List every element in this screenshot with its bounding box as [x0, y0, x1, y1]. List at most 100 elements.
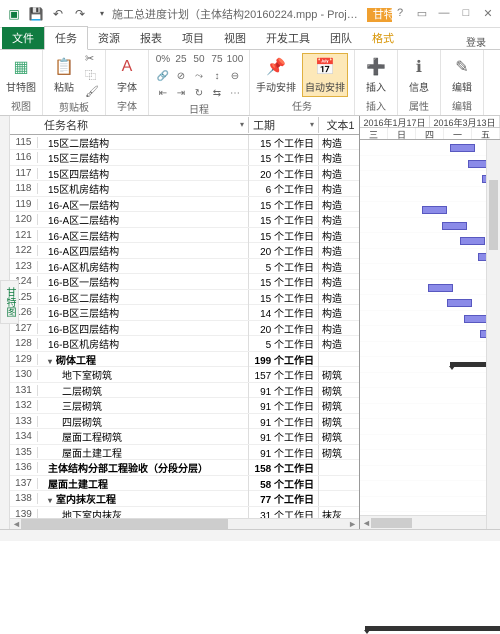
cell-task-name[interactable]: 二层砌筑: [38, 383, 249, 398]
update-icon[interactable]: ↻: [191, 86, 207, 100]
cell-text1[interactable]: 构造: [319, 305, 359, 320]
cell-duration[interactable]: 5 个工作日: [249, 259, 319, 274]
table-row[interactable]: 11715区四层结构20 个工作日构造: [10, 166, 359, 182]
pct50-icon[interactable]: 50: [191, 52, 207, 66]
table-row[interactable]: 133四层砌筑91 个工作日砌筑: [10, 414, 359, 430]
login-link[interactable]: 登录: [466, 34, 500, 49]
cell-duration[interactable]: 15 个工作日: [249, 135, 319, 150]
gantt-bar[interactable]: [447, 299, 472, 307]
cell-task-name[interactable]: ▾砌体工程: [38, 352, 249, 367]
save-icon[interactable]: 💾: [26, 4, 46, 24]
cell-text1[interactable]: 构造: [319, 228, 359, 243]
tab-format[interactable]: 格式: [362, 27, 404, 49]
row-number[interactable]: 120: [10, 214, 38, 225]
cell-task-name[interactable]: ▾室内抹灰工程: [38, 491, 249, 506]
table-row[interactable]: 11815区机房结构6 个工作日构造: [10, 181, 359, 197]
row-number[interactable]: 137: [10, 478, 38, 489]
cell-text1[interactable]: 构造: [319, 135, 359, 150]
table-row[interactable]: 12116-A区三层结构15 个工作日构造: [10, 228, 359, 244]
font-button[interactable]: A字体: [112, 56, 142, 94]
cell-duration[interactable]: 15 个工作日: [249, 290, 319, 305]
table-row[interactable]: 135屋面土建工程91 个工作日砌筑: [10, 445, 359, 461]
row-number[interactable]: 136: [10, 462, 38, 473]
cell-duration[interactable]: 158 个工作日: [249, 460, 319, 475]
pct25-icon[interactable]: 25: [173, 52, 189, 66]
pct0-icon[interactable]: 0%: [155, 52, 171, 66]
move-icon[interactable]: ⇆: [209, 86, 225, 100]
row-number[interactable]: 130: [10, 369, 38, 380]
table-row[interactable]: 12016-A区二层结构15 个工作日构造: [10, 212, 359, 228]
cell-duration[interactable]: 6 个工作日: [249, 181, 319, 196]
undo-icon[interactable]: ↶: [48, 4, 68, 24]
cell-task-name[interactable]: 15区四层结构: [38, 166, 249, 181]
qat-dropdown-icon[interactable]: ▾: [92, 4, 112, 24]
cell-task-name[interactable]: 16-A区机房结构: [38, 259, 249, 274]
table-row[interactable]: 11615区三层结构15 个工作日构造: [10, 150, 359, 166]
mode-icon[interactable]: ⋯: [227, 86, 243, 100]
row-number[interactable]: 139: [10, 509, 38, 518]
cell-task-name[interactable]: 16-B区机房结构: [38, 336, 249, 351]
chevron-down-icon[interactable]: ▾: [240, 120, 244, 129]
unlink-icon[interactable]: ⊘: [173, 69, 189, 83]
table-row[interactable]: 12716-B区四层结构20 个工作日构造: [10, 321, 359, 337]
cell-duration[interactable]: 91 个工作日: [249, 398, 319, 413]
row-number[interactable]: 129: [10, 354, 38, 365]
cell-duration[interactable]: 77 个工作日: [249, 491, 319, 506]
cell-duration[interactable]: 20 个工作日: [249, 166, 319, 181]
cell-text1[interactable]: 构造: [319, 166, 359, 181]
view-sidebar-label[interactable]: 甘特图: [0, 280, 19, 324]
cell-duration[interactable]: 15 个工作日: [249, 212, 319, 227]
split-icon[interactable]: ⤳: [191, 69, 207, 83]
outdent-icon[interactable]: ⇤: [155, 86, 171, 100]
redo-icon[interactable]: ↷: [70, 4, 90, 24]
pct75-icon[interactable]: 75: [209, 52, 225, 66]
cell-task-name[interactable]: 屋面土建工程: [38, 476, 249, 491]
cell-text1[interactable]: 砌筑: [319, 398, 359, 413]
row-number[interactable]: 118: [10, 183, 38, 194]
cell-task-name[interactable]: 地下室内抹灰: [38, 507, 249, 518]
table-row[interactable]: 12216-A区四层结构20 个工作日构造: [10, 243, 359, 259]
cell-duration[interactable]: 15 个工作日: [249, 274, 319, 289]
cell-text1[interactable]: 构造: [319, 321, 359, 336]
cell-duration[interactable]: 14 个工作日: [249, 305, 319, 320]
cell-task-name[interactable]: 地下室砌筑: [38, 367, 249, 382]
cell-task-name[interactable]: 三层砌筑: [38, 398, 249, 413]
close-icon[interactable]: ✕: [480, 7, 496, 20]
table-row[interactable]: 11515区二层结构15 个工作日构造: [10, 135, 359, 151]
info-button[interactable]: ℹ信息: [404, 56, 434, 94]
cell-text1[interactable]: 抹灰: [319, 507, 359, 518]
cut-icon[interactable]: ✂: [85, 52, 99, 65]
row-number[interactable]: 128: [10, 338, 38, 349]
minimize-icon[interactable]: —: [436, 7, 452, 20]
indent-icon[interactable]: ⇥: [173, 86, 189, 100]
cell-task-name[interactable]: 15区二层结构: [38, 135, 249, 150]
cell-task-name[interactable]: 四层砌筑: [38, 414, 249, 429]
cell-duration[interactable]: 157 个工作日: [249, 367, 319, 382]
cell-text1[interactable]: 构造: [319, 274, 359, 289]
row-number[interactable]: 115: [10, 137, 38, 148]
row-number[interactable]: 134: [10, 431, 38, 442]
table-row[interactable]: 12516-B区二层结构15 个工作日构造: [10, 290, 359, 306]
row-number[interactable]: 119: [10, 199, 38, 210]
chevron-down-icon[interactable]: ▾: [310, 120, 314, 129]
link-icon[interactable]: 🔗: [155, 69, 171, 83]
pct100-icon[interactable]: 100: [227, 52, 243, 66]
table-row[interactable]: 129▾砌体工程199 个工作日: [10, 352, 359, 368]
paste-button[interactable]: 📋粘贴: [49, 56, 79, 94]
cell-text1[interactable]: 构造: [319, 243, 359, 258]
row-number[interactable]: 121: [10, 230, 38, 241]
edit-button[interactable]: ✎编辑: [447, 56, 477, 94]
col-text1[interactable]: 文本1: [319, 117, 359, 133]
tab-dev[interactable]: 开发工具: [256, 27, 320, 49]
auto-schedule-button[interactable]: 📅自动安排: [302, 53, 348, 97]
gantt-bar[interactable]: [422, 206, 447, 214]
table-row[interactable]: 137屋面土建工程58 个工作日: [10, 476, 359, 492]
cell-duration[interactable]: 5 个工作日: [249, 336, 319, 351]
row-number[interactable]: 117: [10, 168, 38, 179]
cell-task-name[interactable]: 16-A区三层结构: [38, 228, 249, 243]
cell-task-name[interactable]: 15区机房结构: [38, 181, 249, 196]
cell-duration[interactable]: 199 个工作日: [249, 352, 319, 367]
cell-duration[interactable]: 91 个工作日: [249, 445, 319, 460]
cell-duration[interactable]: 31 个工作日: [249, 507, 319, 518]
table-row[interactable]: 11916-A区一层结构15 个工作日构造: [10, 197, 359, 213]
